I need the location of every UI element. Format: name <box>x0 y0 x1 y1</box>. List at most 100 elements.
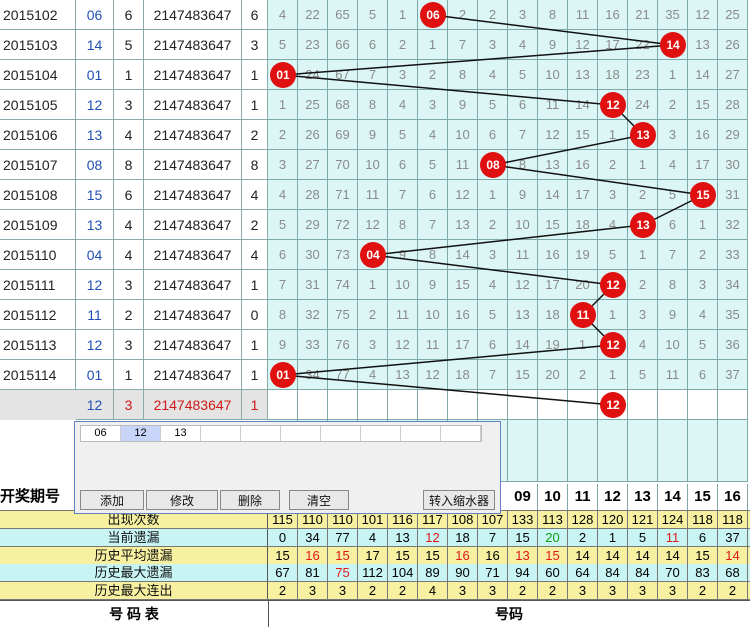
empty-grid-cell <box>538 450 568 482</box>
trend-segment <box>282 344 614 376</box>
number-header: 16 <box>718 484 748 510</box>
number-header: 14 <box>658 484 688 510</box>
chip[interactable] <box>441 426 481 441</box>
hit-ball: 13 <box>630 122 656 148</box>
edit-button[interactable]: 修改 <box>146 490 218 510</box>
stats-value: 15 <box>418 546 448 564</box>
stats-value: 81 <box>298 564 328 582</box>
stats-value: 34 <box>298 528 328 546</box>
stats-value: 60 <box>538 564 568 582</box>
stats-value: 75 <box>328 564 358 582</box>
stats-value: 112 <box>358 564 388 582</box>
stats-value: 3 <box>478 582 508 600</box>
empty-grid-cell <box>658 420 688 452</box>
hit-ball: 08 <box>480 152 506 178</box>
stats-value: 90 <box>448 564 478 582</box>
stats-value: 68 <box>718 564 748 582</box>
stats-value: 64 <box>568 564 598 582</box>
stats-value: 118 <box>688 511 718 528</box>
stats-label: 历史最大连出 <box>0 582 268 600</box>
clear-button[interactable]: 清空 <box>289 490 349 510</box>
stats-value: 18 <box>448 528 478 546</box>
stats-value: 1 <box>598 528 628 546</box>
stats-value: 84 <box>598 564 628 582</box>
empty-grid-cell <box>568 420 598 452</box>
stats-value: 12 <box>418 528 448 546</box>
stats-value: 20 <box>538 528 568 546</box>
hit-ball: 01 <box>270 362 296 388</box>
stats-value: 3 <box>658 582 688 600</box>
stats-value: 7 <box>478 528 508 546</box>
stats-value: 121 <box>628 511 658 528</box>
stats-value: 16 <box>448 546 478 564</box>
stats-value: 77 <box>328 528 358 546</box>
stats-value: 3 <box>448 582 478 600</box>
hit-ball: 01 <box>270 62 296 88</box>
chip[interactable] <box>401 426 441 441</box>
stats-value: 2 <box>358 582 388 600</box>
stats-value: 15 <box>538 546 568 564</box>
hit-ball: 14 <box>660 32 686 58</box>
hit-ball: 13 <box>630 212 656 238</box>
empty-grid-cell <box>688 450 718 482</box>
stats-value: 14 <box>718 546 748 564</box>
footer-right-label: 号码 <box>495 606 523 622</box>
stats-value: 13 <box>388 528 418 546</box>
stats-value: 2 <box>508 582 538 600</box>
hit-ball: 04 <box>360 242 386 268</box>
predict-ball: 12 <box>600 392 626 418</box>
stats-value: 14 <box>598 546 628 564</box>
empty-grid-cell <box>628 420 658 452</box>
stats-value: 5 <box>628 528 658 546</box>
stats-value: 2 <box>718 582 748 600</box>
stats-row: 历史平均遗漏 15 16 15 17 15 15 16 16 13 15 14 14 14 14 15 14 <box>0 546 750 565</box>
stats-value: 6 <box>688 528 718 546</box>
empty-grid-cell <box>598 420 628 452</box>
stats-value: 104 <box>388 564 418 582</box>
add-button[interactable]: 添加 <box>80 490 144 510</box>
trend-segment <box>282 74 614 106</box>
stats-value: 124 <box>658 511 688 528</box>
chip[interactable] <box>361 426 401 441</box>
empty-grid-cell <box>598 450 628 482</box>
chip[interactable]: 12 <box>121 426 161 441</box>
delete-button[interactable]: 删除 <box>220 490 280 510</box>
hit-ball: 12 <box>600 332 626 358</box>
chip[interactable]: 13 <box>161 426 201 441</box>
stats-value: 37 <box>718 528 748 546</box>
stats-value: 133 <box>508 511 538 528</box>
hit-ball: 15 <box>690 182 716 208</box>
stats-value: 17 <box>358 546 388 564</box>
number-header: 15 <box>688 484 718 510</box>
empty-grid-cell <box>508 450 538 482</box>
stats-value: 15 <box>688 546 718 564</box>
stats-value: 15 <box>328 546 358 564</box>
chip[interactable] <box>241 426 281 441</box>
empty-grid-cell <box>538 420 568 452</box>
stats-value: 14 <box>568 546 598 564</box>
stats-value: 94 <box>508 564 538 582</box>
trend-segment <box>492 134 644 166</box>
stats-value: 71 <box>478 564 508 582</box>
stats-value: 2 <box>388 582 418 600</box>
stats-value: 13 <box>508 546 538 564</box>
stats-value: 84 <box>628 564 658 582</box>
shrink-button[interactable]: 转入缩水器 <box>423 490 495 510</box>
stats-value: 2 <box>568 528 598 546</box>
footer-row: 号 码 表 号码 <box>0 600 750 627</box>
stats-value: 11 <box>658 528 688 546</box>
chip[interactable] <box>321 426 361 441</box>
hit-ball: 11 <box>570 302 596 328</box>
stats-value: 118 <box>718 511 748 528</box>
trend-segment <box>372 224 644 256</box>
chip[interactable] <box>201 426 241 441</box>
empty-grid-cell <box>568 450 598 482</box>
chip[interactable] <box>281 426 321 441</box>
stats-value: 120 <box>598 511 628 528</box>
empty-grid-cell <box>688 420 718 452</box>
stats-value: 2 <box>268 582 298 600</box>
chip[interactable]: 06 <box>81 426 121 441</box>
trend-segment <box>432 14 674 46</box>
stats-value: 3 <box>298 582 328 600</box>
empty-grid-cell <box>628 450 658 482</box>
